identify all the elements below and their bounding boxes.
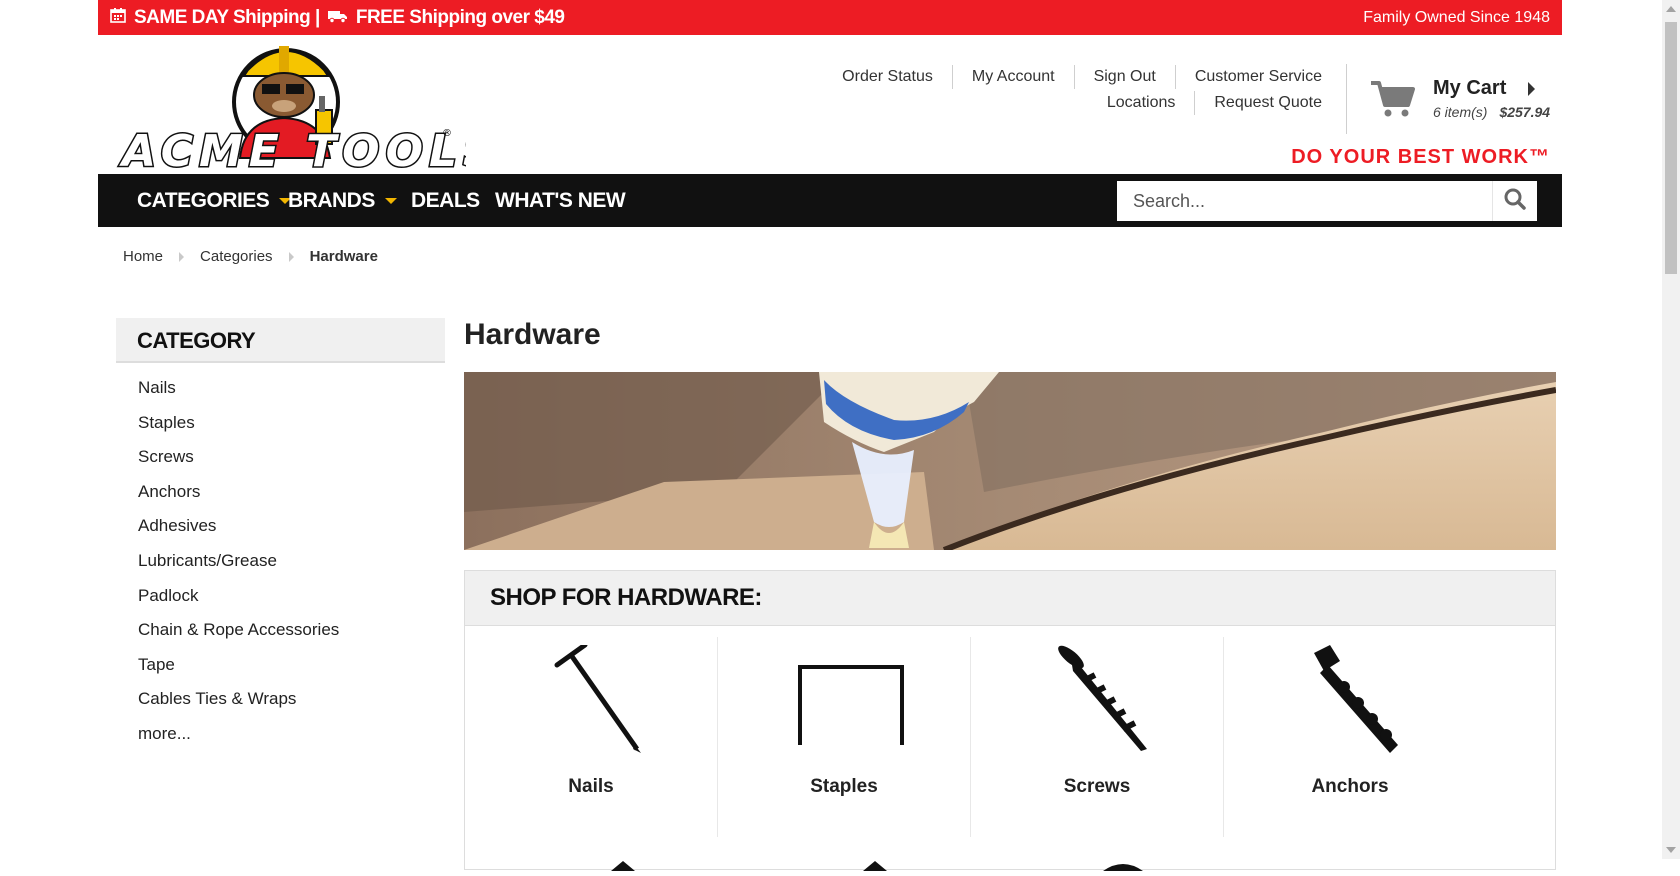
breadcrumb-current: Hardware bbox=[309, 248, 378, 265]
tile-staples[interactable]: Staples bbox=[718, 637, 971, 837]
order-status-link[interactable]: Order Status bbox=[823, 65, 953, 89]
category-item-staples[interactable]: Staples bbox=[138, 413, 339, 448]
scroll-up-icon[interactable] bbox=[1666, 6, 1676, 12]
tile-screws[interactable]: Screws bbox=[971, 637, 1224, 837]
account-links: Order Status My Account Sign Out Custome… bbox=[762, 64, 1322, 116]
my-cart-title: My Cart bbox=[1433, 77, 1507, 99]
promo-bar: SAME DAY Shipping | FREE Shipping over $… bbox=[98, 0, 1562, 35]
cart-item-count: 6 item(s) bbox=[1433, 104, 1488, 120]
svg-text:ACME TOOLS: ACME TOOLS bbox=[119, 126, 466, 172]
category-item-adhesives[interactable]: Adhesives bbox=[138, 516, 339, 551]
chevron-right-icon bbox=[1528, 82, 1535, 96]
tile-nails[interactable]: Nails bbox=[465, 637, 718, 837]
breadcrumb-separator-icon bbox=[288, 251, 294, 262]
nav-deals[interactable]: DEALS bbox=[411, 174, 480, 227]
breadcrumb-home[interactable]: Home bbox=[123, 248, 163, 265]
my-cart[interactable]: My Cart 6 item(s) $257.94 bbox=[1370, 76, 1555, 126]
request-quote-link[interactable]: Request Quote bbox=[1195, 91, 1322, 115]
sign-out-link[interactable]: Sign Out bbox=[1075, 65, 1176, 89]
category-item-tape[interactable]: Tape bbox=[138, 655, 339, 690]
search-input[interactable] bbox=[1117, 181, 1487, 221]
scroll-down-icon[interactable] bbox=[1666, 847, 1676, 853]
subcategory-tiles-row2 bbox=[465, 841, 1555, 871]
breadcrumb: Home Categories Hardware bbox=[123, 248, 378, 265]
nav-brands-label: BRANDS bbox=[288, 188, 375, 212]
category-item-lubricants[interactable]: Lubricants/Grease bbox=[138, 551, 339, 586]
breadcrumb-categories[interactable]: Categories bbox=[200, 248, 273, 265]
nav-whats-new-label: WHAT'S NEW bbox=[495, 188, 626, 212]
category-item-nails[interactable]: Nails bbox=[138, 378, 339, 413]
scrollbar-thumb[interactable] bbox=[1665, 22, 1677, 274]
header-divider bbox=[1346, 64, 1347, 134]
tile-anchors[interactable]: Anchors bbox=[1224, 637, 1476, 837]
nav-categories[interactable]: CATEGORIES bbox=[137, 174, 292, 227]
free-shipping-text: FREE Shipping over $49 bbox=[355, 6, 565, 28]
subcategory-tiles: Nails Staples Screws Anchors bbox=[465, 637, 1555, 837]
nav-deals-label: DEALS bbox=[411, 188, 480, 212]
search-button[interactable] bbox=[1492, 181, 1537, 221]
shopping-cart-icon bbox=[1370, 80, 1416, 123]
nav-whats-new[interactable]: WHAT'S NEW bbox=[495, 174, 626, 227]
breadcrumb-separator-icon bbox=[179, 251, 185, 262]
category-item-more[interactable]: more... bbox=[138, 724, 339, 759]
category-item-screws[interactable]: Screws bbox=[138, 447, 339, 482]
hardware-banner-image bbox=[464, 372, 1556, 550]
category-sidebar-header: CATEGORY bbox=[116, 318, 445, 363]
nav-categories-label: CATEGORIES bbox=[137, 188, 270, 212]
my-account-link[interactable]: My Account bbox=[953, 65, 1075, 89]
same-day-shipping-text: SAME DAY Shipping | bbox=[134, 6, 320, 28]
calendar-icon bbox=[110, 7, 126, 29]
acme-tools-logo[interactable]: ACME TOOLS ® bbox=[116, 40, 496, 179]
tagline: DO YOUR BEST WORK™ bbox=[1291, 146, 1550, 168]
locations-link[interactable]: Locations bbox=[1088, 91, 1196, 115]
page-title: Hardware bbox=[464, 318, 601, 351]
tile-screws-label: Screws bbox=[1063, 776, 1131, 797]
cart-summary: 6 item(s) $257.94 bbox=[1433, 104, 1550, 120]
page-scrollbar[interactable] bbox=[1662, 0, 1680, 859]
shop-panel-header: SHOP FOR HARDWARE: bbox=[465, 571, 1555, 626]
category-sidebar-title: CATEGORY bbox=[137, 328, 256, 353]
shop-panel-title: SHOP FOR HARDWARE: bbox=[490, 584, 762, 611]
cart-total: $257.94 bbox=[1499, 104, 1551, 120]
category-item-cable-ties[interactable]: Cables Ties & Wraps bbox=[138, 689, 339, 724]
category-list: Nails Staples Screws Anchors Adhesives L… bbox=[138, 378, 339, 759]
search-box bbox=[1117, 181, 1537, 221]
category-item-chain-rope[interactable]: Chain & Rope Accessories bbox=[138, 620, 339, 655]
tile-nails-label: Nails bbox=[568, 776, 614, 797]
shop-for-hardware-panel: SHOP FOR HARDWARE: Nails Staples Screws bbox=[464, 570, 1556, 871]
svg-text:®: ® bbox=[442, 128, 452, 139]
nav-brands[interactable]: BRANDS bbox=[288, 174, 397, 227]
truck-icon bbox=[327, 7, 348, 29]
family-owned-text: Family Owned Since 1948 bbox=[1363, 8, 1550, 26]
tile-staples-label: Staples bbox=[810, 776, 878, 797]
tile-anchors-label: Anchors bbox=[1311, 776, 1389, 797]
category-item-padlock[interactable]: Padlock bbox=[138, 586, 339, 621]
search-icon bbox=[1504, 188, 1526, 215]
customer-service-link[interactable]: Customer Service bbox=[1176, 65, 1322, 89]
category-item-anchors[interactable]: Anchors bbox=[138, 482, 339, 517]
caret-down-icon bbox=[384, 197, 397, 204]
